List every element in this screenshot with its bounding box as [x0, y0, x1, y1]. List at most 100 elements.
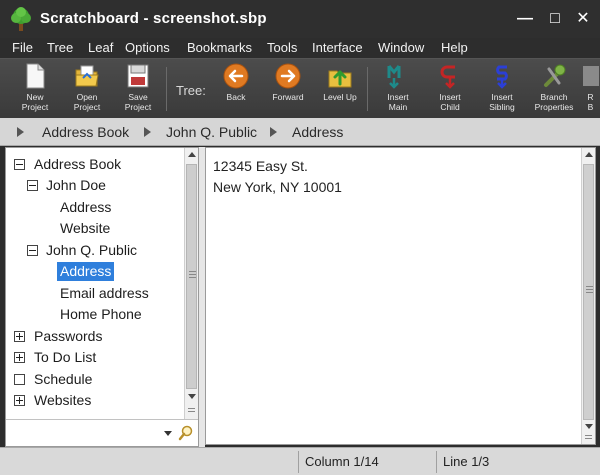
editor-line: 12345 Easy St. — [213, 158, 308, 174]
grip-icon — [586, 292, 593, 293]
forward-arrow-icon — [275, 63, 301, 89]
toolbar-separator — [166, 67, 167, 111]
scroll-up-icon[interactable] — [188, 152, 196, 157]
collapse-icon[interactable] — [27, 245, 38, 256]
tree-node-label: Website — [60, 220, 111, 236]
menu-options[interactable]: Options — [125, 40, 170, 55]
scroll-down-icon[interactable] — [585, 424, 593, 429]
insert-sibling-label-1: Insert — [491, 92, 513, 102]
tree-node-address-book[interactable]: Address Book — [14, 155, 121, 174]
tree-node-john-q-public[interactable]: John Q. Public — [27, 241, 137, 260]
grip-icon — [189, 271, 196, 272]
menu-file[interactable]: File — [12, 40, 33, 55]
editor-scroll-thumb[interactable] — [583, 164, 594, 420]
editor-line: New York, NY 10001 — [213, 179, 342, 195]
tree-scroll-thumb[interactable] — [186, 164, 197, 389]
expand-icon[interactable] — [14, 395, 25, 406]
tree-node-to-do-list[interactable]: To Do List — [14, 348, 96, 367]
back-button[interactable]: Back — [211, 63, 261, 117]
level-up-label-2: Level Up — [323, 92, 357, 102]
open-project-label-1: Open — [76, 92, 98, 102]
editor-scrollbar[interactable] — [581, 148, 595, 444]
partial-button-icon — [583, 66, 599, 86]
tree-node-label: Schedule — [34, 371, 93, 387]
partial-toolbar-button[interactable]: R B — [581, 63, 600, 117]
empty-node-icon — [14, 374, 25, 385]
menu-bar: File Tree Leaf Options Bookmarks Tools I… — [0, 38, 600, 58]
insert-sibling-button[interactable]: Insert Sibling — [477, 63, 527, 117]
tree-node-label: John Q. Public — [46, 242, 138, 258]
status-line: Line 1/3 — [436, 451, 594, 473]
insert-main-icon — [387, 65, 401, 89]
title-bar: Scratchboard - screenshot.sbp — □ ✕ — [0, 0, 600, 38]
insert-child-label-2: Child — [440, 102, 460, 112]
menu-bookmarks[interactable]: Bookmarks — [187, 40, 252, 55]
collapse-icon[interactable] — [14, 159, 25, 170]
expand-icon[interactable] — [14, 331, 25, 342]
tree-node-passwords[interactable]: Passwords — [14, 327, 102, 346]
tree-search-box[interactable] — [6, 419, 198, 446]
partial-button-label-1: R — [587, 92, 594, 102]
new-project-label-2: Project — [21, 102, 49, 112]
tree-node-home-phone[interactable]: Home Phone — [60, 305, 142, 324]
menu-help[interactable]: Help — [441, 40, 468, 55]
tree-node-label: Address Book — [34, 156, 122, 172]
menu-tree[interactable]: Tree — [47, 40, 73, 55]
tree-node-address[interactable]: Address — [60, 198, 111, 217]
insert-sibling-label-2: Sibling — [489, 102, 515, 112]
save-project-button[interactable]: Save Project — [113, 63, 163, 117]
grip-icon — [189, 274, 196, 275]
expand-icon[interactable] — [14, 352, 25, 363]
insert-child-button[interactable]: Insert Child — [425, 63, 475, 117]
menu-tools[interactable]: Tools — [267, 40, 297, 55]
menu-interface[interactable]: Interface — [312, 40, 363, 55]
minimize-button[interactable]: — — [514, 8, 536, 30]
scroll-up-icon[interactable] — [585, 152, 593, 157]
level-up-button[interactable]: Level Up — [315, 63, 365, 117]
close-button[interactable]: ✕ — [572, 8, 594, 30]
tree-scrollbar[interactable] — [184, 148, 198, 419]
tree-view: Address Book John Doe Address Website Jo… — [6, 148, 184, 419]
tree-node-label: Email address — [60, 285, 149, 301]
app-window: Scratchboard - screenshot.sbp — □ ✕ File… — [0, 0, 600, 475]
breadcrumb-address[interactable]: Address — [292, 124, 343, 140]
tree-node-label: Passwords — [34, 328, 103, 344]
tree-node-john-doe[interactable]: John Doe — [27, 176, 106, 195]
menu-window[interactable]: Window — [378, 40, 424, 55]
open-project-button[interactable]: Open Project — [62, 63, 112, 117]
open-project-label-2: Project — [73, 102, 101, 112]
maximize-button[interactable]: □ — [544, 8, 566, 30]
toolbar: New Project Open Project Save Project Tr… — [0, 58, 600, 118]
grip-icon — [188, 408, 195, 409]
branch-properties-button[interactable]: Branch Properties — [529, 63, 579, 117]
tree-node-websites[interactable]: Websites — [14, 391, 91, 410]
collapse-icon[interactable] — [27, 180, 38, 191]
save-project-label-1: Save — [128, 92, 148, 102]
back-label-2: Back — [226, 92, 246, 102]
tree-node-address-selected[interactable]: Address — [57, 262, 115, 281]
search-icon[interactable] — [178, 425, 194, 441]
tree-node-email-address[interactable]: Email address — [60, 284, 149, 303]
tree-node-label: John Doe — [46, 177, 106, 193]
tree-pane: Address Book John Doe Address Website Jo… — [5, 147, 199, 447]
save-project-label-2: Project — [124, 102, 152, 112]
insert-main-button[interactable]: Insert Main — [373, 63, 423, 117]
branch-properties-label-2: Properties — [534, 102, 574, 112]
breadcrumb-arrow-icon — [144, 127, 151, 137]
tree-node-schedule[interactable]: Schedule — [14, 370, 92, 389]
breadcrumb-john-q-public[interactable]: John Q. Public — [166, 124, 257, 140]
tree-node-label: Address — [60, 263, 112, 279]
insert-main-label-1: Insert — [387, 92, 409, 102]
grip-icon — [188, 411, 195, 412]
new-project-button[interactable]: New Project — [10, 63, 60, 117]
tree-node-website[interactable]: Website — [60, 219, 110, 238]
status-column: Column 1/14 — [298, 451, 435, 473]
breadcrumb-address-book[interactable]: Address Book — [42, 124, 129, 140]
tree-node-label: To Do List — [34, 349, 97, 365]
forward-button[interactable]: Forward — [263, 63, 313, 117]
editor-pane[interactable]: 12345 Easy St. New York, NY 10001 — [205, 147, 596, 445]
editor-text[interactable]: 12345 Easy St. New York, NY 10001 — [213, 156, 342, 198]
scroll-down-icon[interactable] — [188, 394, 196, 399]
menu-leaf[interactable]: Leaf — [88, 40, 113, 55]
dropdown-caret-icon[interactable] — [164, 431, 172, 436]
